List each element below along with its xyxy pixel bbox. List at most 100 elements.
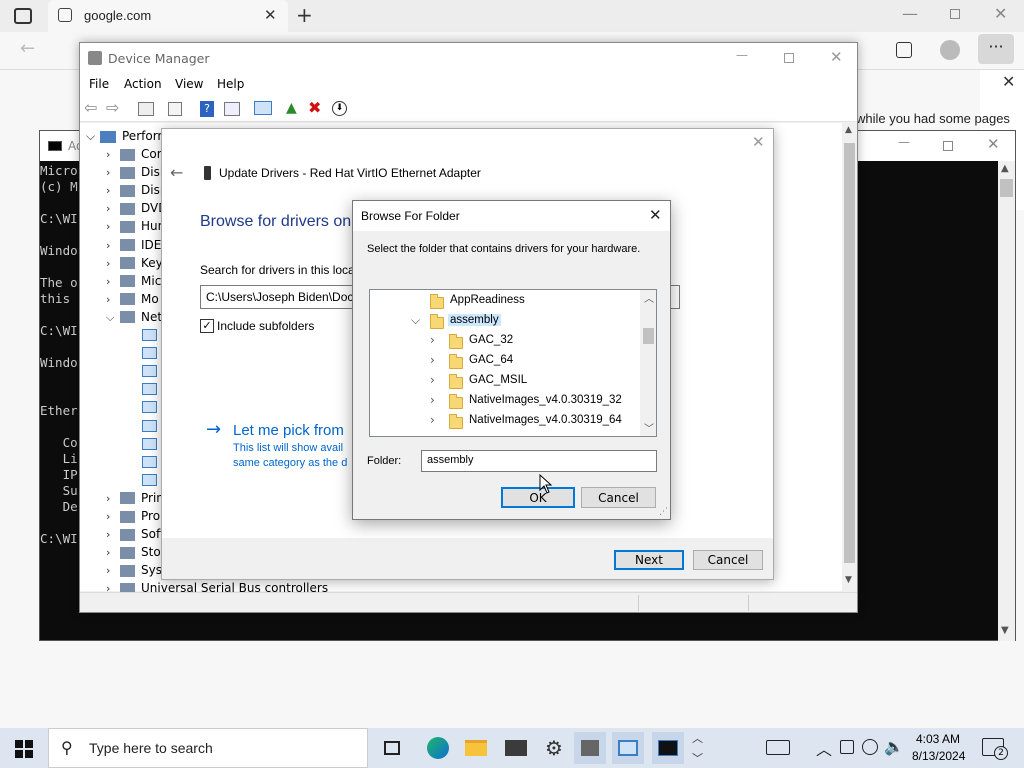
taskbar-search-box[interactable]: ⚲ Type here to search [48,728,368,768]
bf-scrollbar[interactable]: ︿ ﹀ [640,290,656,436]
menu-action[interactable]: Action [124,77,162,91]
dm-scroll-down-icon[interactable]: ▼ [845,575,852,585]
dm-scroll-thumb[interactable] [844,143,855,563]
bf-close-icon[interactable]: ✕ [649,206,662,224]
expanded-chevron-icon[interactable]: ⌵ [86,127,100,145]
network-adapter-icon[interactable] [142,401,157,414]
tree-category[interactable]: › Disk [106,163,167,181]
dm-maximize-icon[interactable] [784,53,794,63]
dm-scroll-up-icon[interactable]: ▲ [845,125,852,135]
view-icon[interactable] [224,102,240,116]
more-menu-button[interactable]: ··· [978,34,1014,64]
volume-muted-icon[interactable]: 🔈 [884,737,904,756]
uninstall-icon[interactable]: ✖ [308,98,321,117]
network-adapter-icon[interactable] [142,473,157,486]
tree-category[interactable]: › IDE [106,236,161,254]
browser-tab[interactable]: google.com ✕ [48,0,288,32]
collapsed-chevron-icon[interactable]: › [106,237,120,255]
cmd-maximize-icon[interactable] [943,141,953,151]
show-hidden-icons-icon[interactable]: ︿ [816,736,832,760]
tab-actions-icon[interactable] [14,8,32,24]
dm-close-icon[interactable]: ✕ [830,48,843,66]
collapsed-chevron-icon[interactable]: › [106,490,120,508]
collapsed-chevron-icon[interactable]: › [430,353,435,367]
collapsed-chevron-icon[interactable]: › [106,146,120,164]
expanded-chevron-icon[interactable]: ⌵ [411,313,420,328]
scan-hardware-icon[interactable] [254,101,272,115]
cmd-minimize-icon[interactable]: — [898,135,910,149]
scroll-thumb[interactable] [1000,179,1013,197]
mail-icon[interactable] [500,732,532,764]
settings-icon[interactable]: ⚙ [538,732,570,764]
tree-category[interactable]: › Syst [106,561,167,579]
clock-date[interactable]: 8/13/2024 [912,749,965,763]
tree-category[interactable]: › Stor [106,543,166,561]
folder-tree[interactable]: AppReadiness ⌵ assembly › GAC_32 › GAC_64 › GAC_… [369,289,657,437]
collapsed-chevron-icon[interactable]: › [430,393,435,407]
dm-scrollbar[interactable]: ▲ ▼ [842,123,857,591]
expanded-chevron-icon[interactable]: ⌵ [106,309,120,327]
tray-device-icon[interactable] [840,740,854,754]
collapsed-chevron-icon[interactable]: › [106,544,120,562]
back-icon[interactable]: ← [20,38,35,59]
device-manager-taskbar-icon[interactable] [574,732,606,764]
windows-start-icon[interactable] [15,740,33,758]
file-explorer-icon[interactable] [460,732,492,764]
collapsed-chevron-icon[interactable]: › [106,218,120,236]
network-adapter-icon[interactable] [142,455,157,468]
collapsed-chevron-icon[interactable]: › [106,255,120,273]
collapsed-chevron-icon[interactable]: › [106,200,120,218]
bf-scroll-thumb[interactable] [643,328,654,344]
folder-tree-item[interactable]: › GAC_MSIL [370,372,640,392]
tree-category[interactable]: › Hum [106,217,169,235]
wizard-back-icon[interactable]: ← [170,163,183,182]
collapsed-chevron-icon[interactable]: › [430,373,435,387]
tree-category[interactable]: ⌵ Net [106,308,162,326]
disable-icon[interactable]: ⬇ [332,101,347,116]
tree-category[interactable]: › Mic [106,272,161,290]
wizard-close-icon[interactable]: ✕ [752,133,765,151]
back-arrow-icon[interactable]: ⇦ [84,98,97,117]
cmd-scrollbar[interactable]: ▲ ▼ [998,161,1015,641]
forward-arrow-icon[interactable]: ⇨ [106,98,119,117]
collapsed-chevron-icon[interactable]: › [106,182,120,200]
taskbar-scroll-down-icon[interactable]: ﹀ [692,750,703,766]
collapsed-chevron-icon[interactable]: › [106,164,120,182]
clock-time[interactable]: 4:03 AM [916,732,960,746]
network-adapter-icon[interactable] [142,419,157,432]
list-icon[interactable] [168,102,182,116]
folder-tree-item[interactable]: › NativeImages_v4.0.30319_64 [370,412,640,432]
close-icon[interactable]: ✕ [994,4,1007,23]
restore-icon[interactable] [950,9,960,19]
tree-category[interactable]: › DVD [106,199,167,217]
collapsed-chevron-icon[interactable]: › [106,508,120,526]
wizard-cancel-button[interactable]: Cancel [693,550,763,570]
collapsed-chevron-icon[interactable]: › [430,413,435,427]
folder-tree-item[interactable]: › GAC_64 [370,352,640,372]
network-adapter-icon[interactable] [142,383,157,396]
tree-category[interactable]: › Disp [106,181,167,199]
update-driver-icon[interactable]: ▲ [286,100,297,116]
tree-category[interactable]: › Soft [106,525,165,543]
resize-grip-icon[interactable]: ⋰ [659,507,668,517]
scroll-down-icon[interactable]: ▼ [1001,625,1009,636]
ok-button[interactable]: OK [501,487,575,508]
tree-category[interactable]: › Key [106,254,163,272]
menu-help[interactable]: Help [217,77,244,91]
include-subfolders-checkbox[interactable]: ✓ [200,319,214,333]
folder-tree-item[interactable]: ⌵ assembly [370,312,640,332]
network-adapter-icon[interactable] [142,347,157,360]
tree-category[interactable]: › Com [106,145,168,163]
network-adapter-icon[interactable] [142,329,157,341]
collections-icon[interactable] [896,42,912,58]
collapsed-chevron-icon[interactable]: › [106,273,120,291]
cmd-taskbar-icon[interactable] [652,732,684,764]
menu-file[interactable]: File [89,77,109,91]
keyboard-icon[interactable] [766,740,790,755]
dm-minimize-icon[interactable]: — [736,48,748,62]
task-view-icon[interactable] [376,732,408,764]
bf-cancel-button[interactable]: Cancel [581,487,656,508]
tab-close-icon[interactable]: ✕ [264,6,277,24]
minimize-icon[interactable]: — [902,4,918,23]
tree-category[interactable]: › Mo [106,290,159,308]
